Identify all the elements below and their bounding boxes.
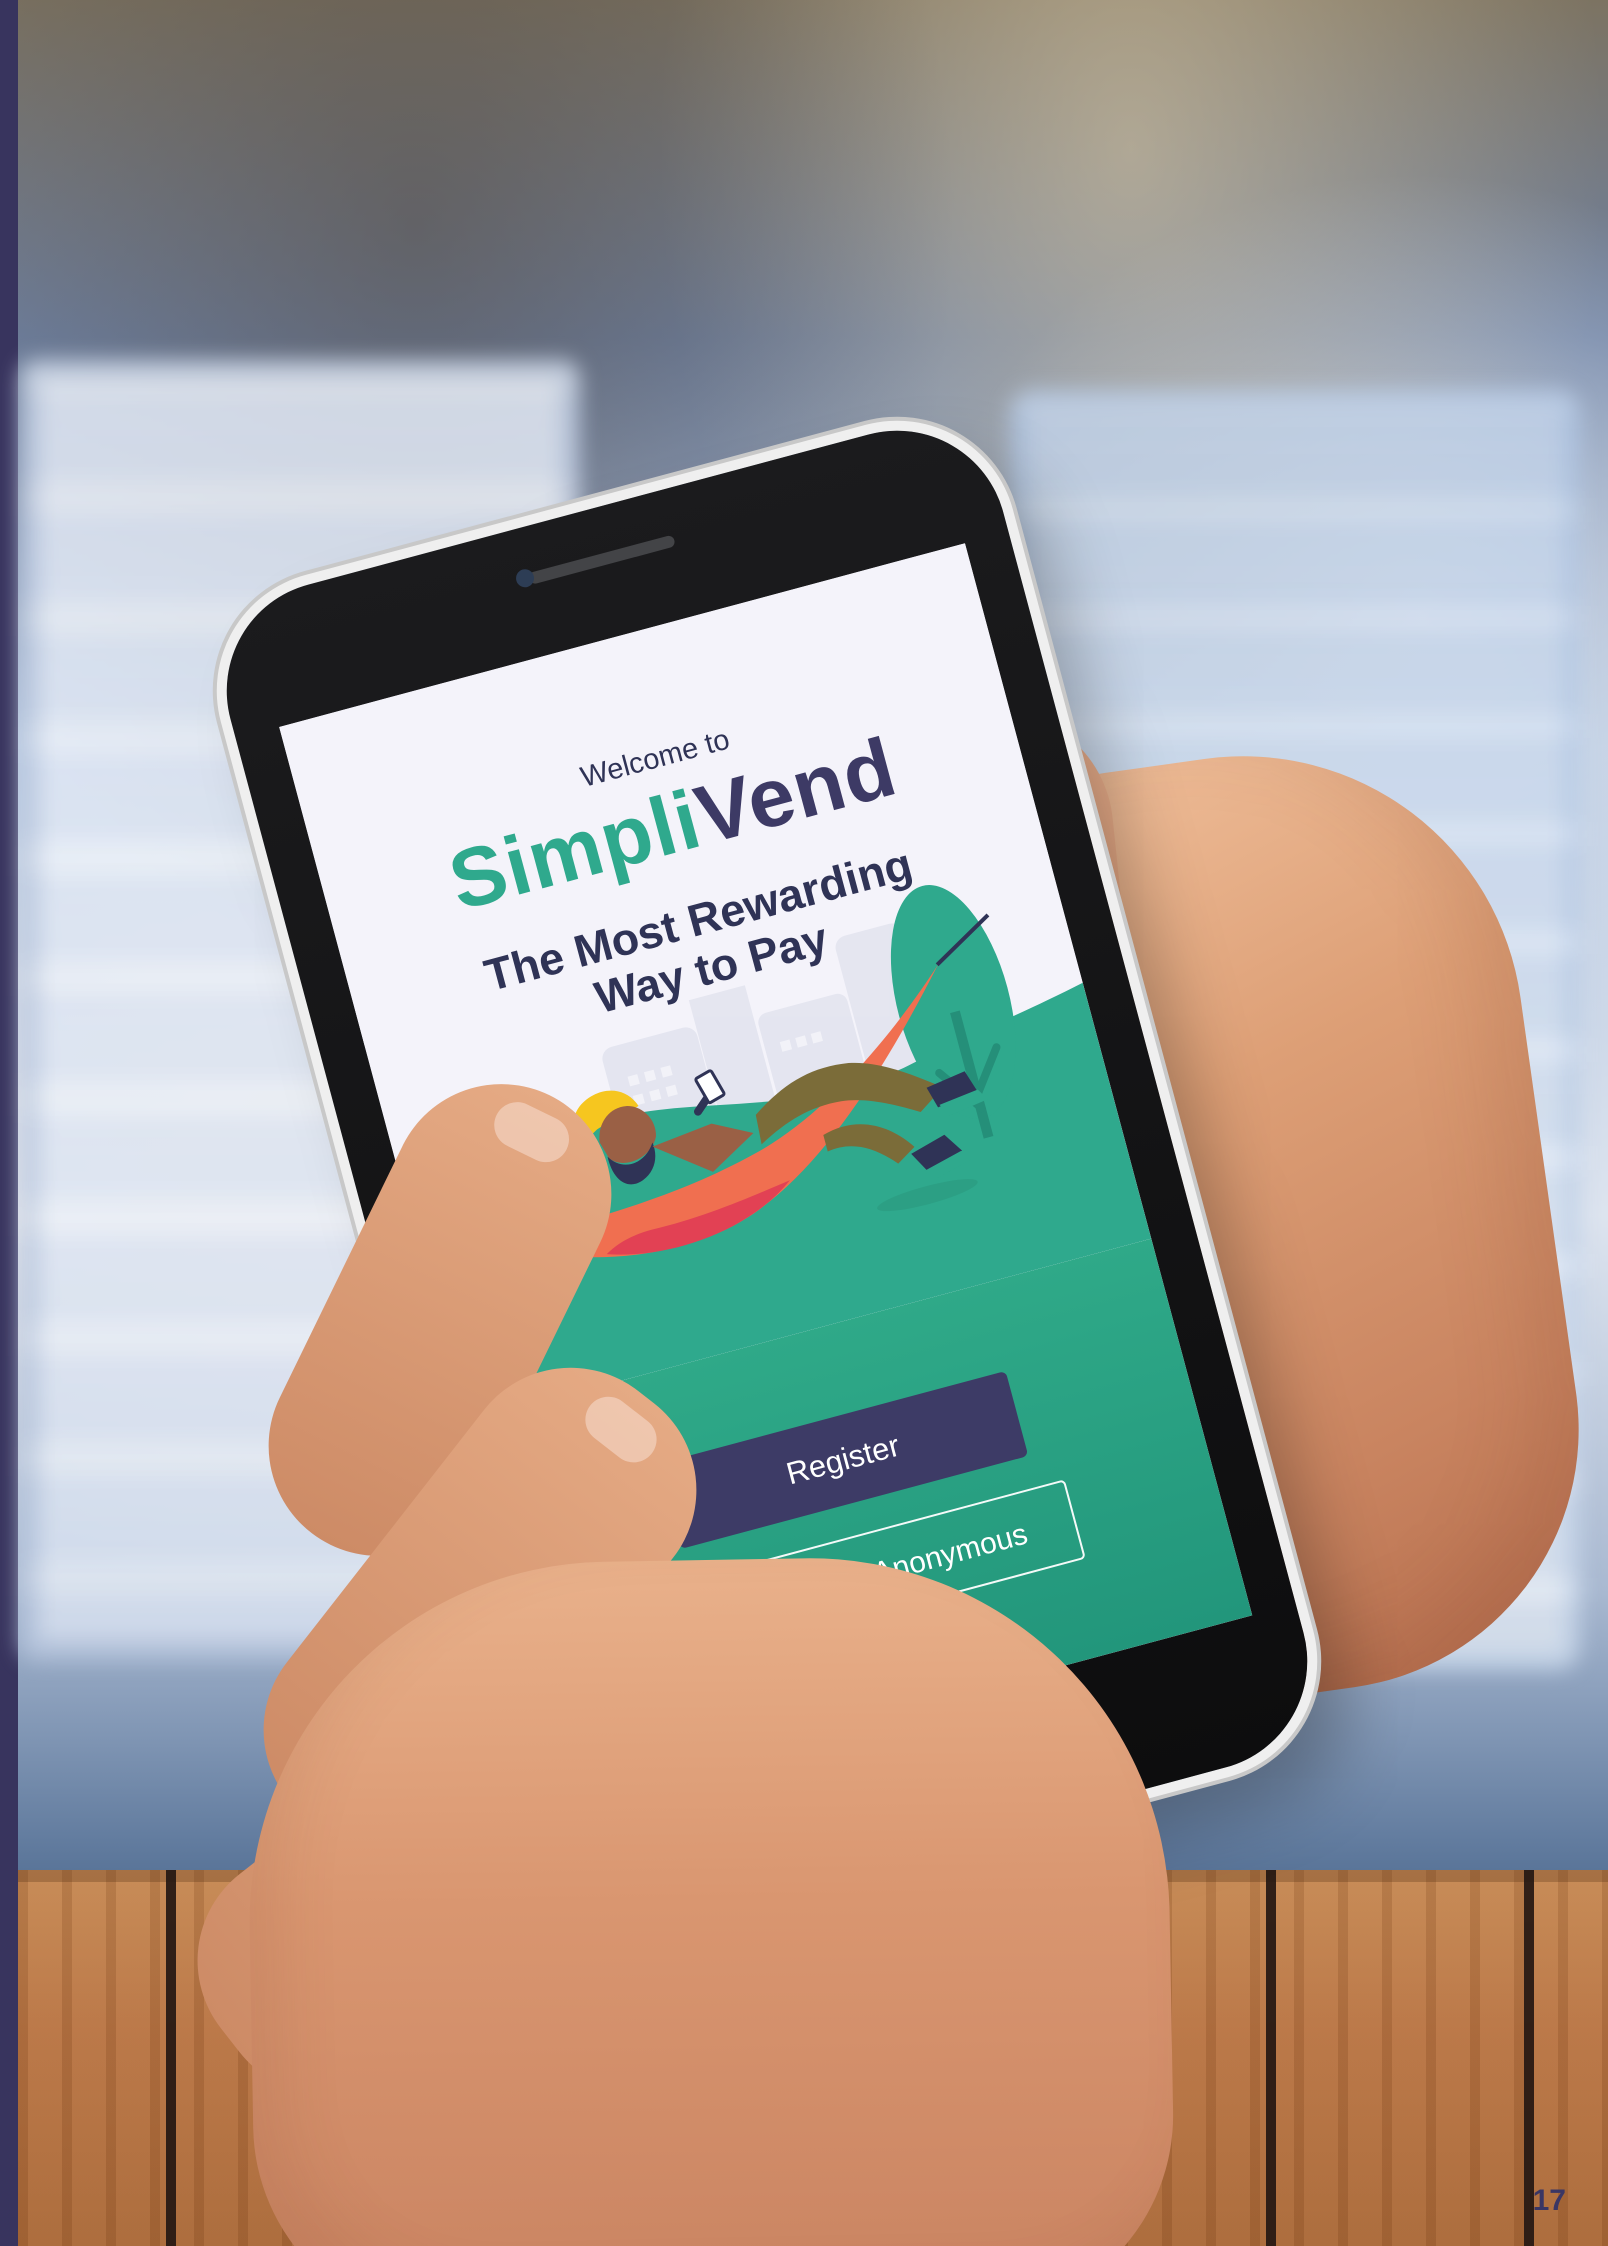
camera-icon xyxy=(514,567,537,590)
fingernail xyxy=(486,1094,577,1170)
brochure-page: Welcome to SimpliVend The Most Rewarding… xyxy=(0,0,1608,2246)
left-hand xyxy=(243,1552,1177,2246)
page-number: 17 xyxy=(1532,2184,1566,2217)
speaker-icon xyxy=(527,534,676,585)
left-color-strip xyxy=(0,0,18,2246)
table-plank-gap xyxy=(166,1870,176,2246)
table-plank-gap xyxy=(1266,1870,1276,2246)
